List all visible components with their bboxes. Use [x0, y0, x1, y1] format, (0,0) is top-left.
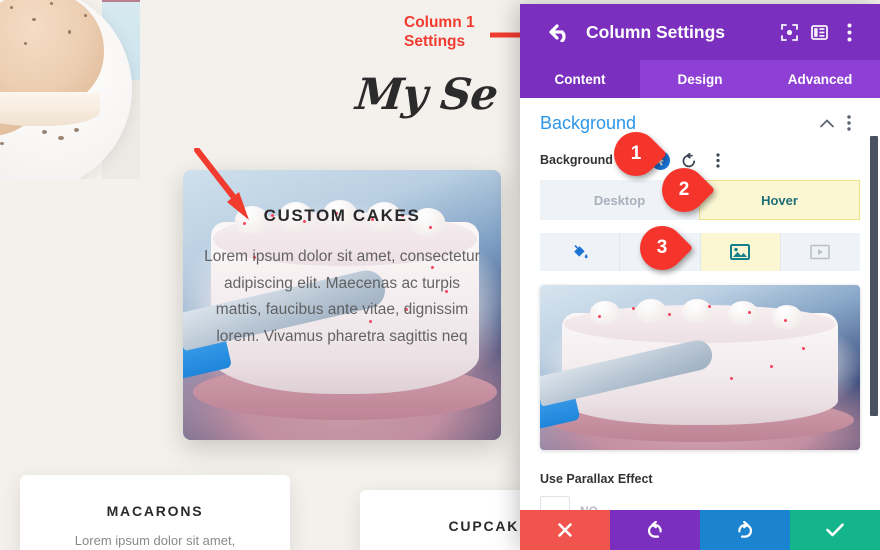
paint-bucket-icon [573, 245, 588, 259]
section-more-options-icon[interactable] [838, 112, 860, 134]
state-toggle-hover[interactable]: Hover [699, 180, 860, 220]
column-settings-panel: Column Settings Content Design Advanced … [520, 4, 880, 550]
video-icon [810, 244, 831, 260]
macarons-card-body: Lorem ipsum dolor sit amet, [74, 533, 236, 548]
layout-panel-icon[interactable] [804, 17, 834, 47]
preview-sprinkle [730, 377, 733, 380]
tab-design[interactable]: Design [640, 60, 760, 98]
cocoa-speck [10, 6, 13, 9]
cocoa-speck [0, 142, 4, 145]
field-more-options-icon[interactable] [708, 150, 728, 170]
marker-number: 1 [630, 143, 642, 164]
panel-header: Column Settings [520, 4, 880, 60]
preview-sprinkle [668, 313, 671, 316]
cocoa-speck [50, 2, 53, 5]
cocoa-speck [24, 42, 27, 45]
macaron-photo [0, 0, 140, 179]
background-field-label: Background [540, 153, 613, 167]
hero-title: My Se [353, 70, 500, 120]
background-field-row: Background [540, 150, 860, 170]
panel-footer [520, 510, 880, 550]
macaron-front [0, 0, 104, 126]
preview-cake-photo [540, 285, 860, 450]
background-section-header: Background [540, 112, 860, 134]
preview-swirl [682, 299, 712, 323]
panel-body: Background Background Desktop Hover Use … [520, 98, 880, 510]
annotation-label-column-settings: Column 1 Settings [404, 14, 475, 51]
save-button[interactable] [790, 510, 880, 550]
undo-icon [647, 521, 662, 538]
parallax-toggle[interactable]: NO [540, 496, 598, 510]
preview-sprinkle [598, 315, 601, 318]
cocoa-speck [68, 30, 71, 34]
preview-sprinkle [802, 347, 805, 350]
check-icon [826, 523, 844, 537]
parallax-toggle-knob[interactable] [540, 496, 570, 510]
preview-sprinkle [632, 307, 635, 310]
close-icon [558, 523, 572, 537]
parallax-toggle-value: NO [580, 504, 598, 510]
redo-button[interactable] [700, 510, 790, 550]
cocoa-speck [42, 130, 47, 134]
chevron-up-icon[interactable] [816, 112, 838, 134]
preview-sprinkle [770, 365, 773, 368]
background-image-tab[interactable] [700, 233, 781, 271]
cocoa-speck [74, 128, 79, 132]
annotation-marker-1: 1 [604, 122, 668, 186]
panel-scrollbar[interactable] [870, 136, 878, 416]
cocoa-speck [84, 14, 87, 17]
tab-advanced[interactable]: Advanced [760, 60, 880, 98]
annotation-marker-3: 3 [630, 216, 694, 280]
parallax-label: Use Parallax Effect [540, 472, 653, 486]
cocoa-speck [32, 18, 36, 21]
panel-tab-bar: Content Design Advanced [520, 60, 880, 98]
background-color-tab[interactable] [540, 233, 621, 271]
preview-swirl [772, 305, 802, 329]
background-image-preview[interactable] [540, 285, 860, 450]
preview-swirl [590, 301, 620, 325]
background-video-tab[interactable] [781, 233, 860, 271]
marker-number: 3 [656, 237, 668, 258]
preview-sprinkle [708, 305, 711, 308]
background-type-tabs [540, 233, 860, 271]
preview-swirl [728, 301, 758, 325]
annotation-arrow-to-card [194, 148, 249, 220]
tab-content[interactable]: Content [520, 60, 640, 98]
macarons-card[interactable]: MACARONS Lorem ipsum dolor sit amet, [20, 475, 290, 550]
card-body: Lorem ipsum dolor sit amet, consectetur … [204, 248, 480, 345]
focus-frame-icon[interactable] [774, 17, 804, 47]
more-options-icon[interactable] [834, 17, 864, 47]
preview-swirl [636, 299, 666, 323]
cocoa-speck [58, 136, 64, 140]
marker-number: 2 [678, 179, 690, 200]
preview-sprinkle [784, 319, 787, 322]
undo-button[interactable] [610, 510, 700, 550]
preview-sprinkle [748, 311, 751, 314]
cancel-button[interactable] [520, 510, 610, 550]
annotation-marker-2: 2 [652, 158, 716, 222]
redo-icon [738, 521, 753, 538]
macarons-card-title: MACARONS [106, 503, 204, 519]
back-arrow-icon[interactable] [546, 18, 574, 46]
image-icon [730, 244, 751, 260]
background-section-title: Background [540, 112, 637, 133]
panel-title: Column Settings [586, 21, 726, 42]
